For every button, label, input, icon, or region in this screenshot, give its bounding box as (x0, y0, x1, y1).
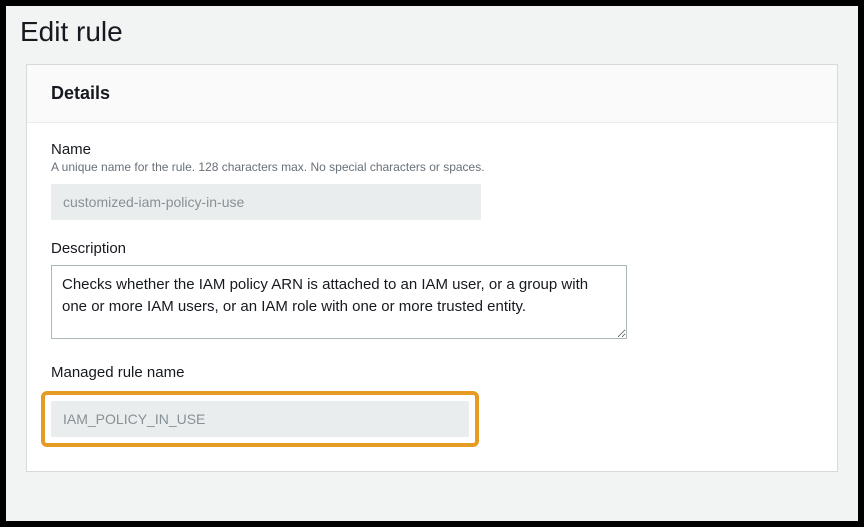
details-panel: Details Name A unique name for the rule.… (26, 64, 838, 472)
details-panel-title: Details (51, 83, 813, 104)
name-input (51, 184, 481, 220)
description-label: Description (51, 240, 813, 257)
description-textarea[interactable] (51, 265, 627, 339)
managed-rule-name-highlight (41, 391, 479, 447)
managed-rule-name-field-group: Managed rule name (51, 364, 813, 447)
page-title: Edit rule (6, 6, 858, 64)
name-field-group: Name A unique name for the rule. 128 cha… (51, 141, 813, 220)
name-hint: A unique name for the rule. 128 characte… (51, 160, 813, 174)
page-container: Edit rule Details Name A unique name for… (6, 6, 858, 521)
managed-rule-name-label: Managed rule name (51, 364, 813, 381)
name-label: Name (51, 141, 813, 158)
spacer (51, 383, 813, 389)
managed-rule-name-input (51, 401, 469, 437)
description-field-group: Description (51, 240, 813, 344)
details-panel-header: Details (27, 65, 837, 123)
details-panel-body: Name A unique name for the rule. 128 cha… (27, 123, 837, 471)
